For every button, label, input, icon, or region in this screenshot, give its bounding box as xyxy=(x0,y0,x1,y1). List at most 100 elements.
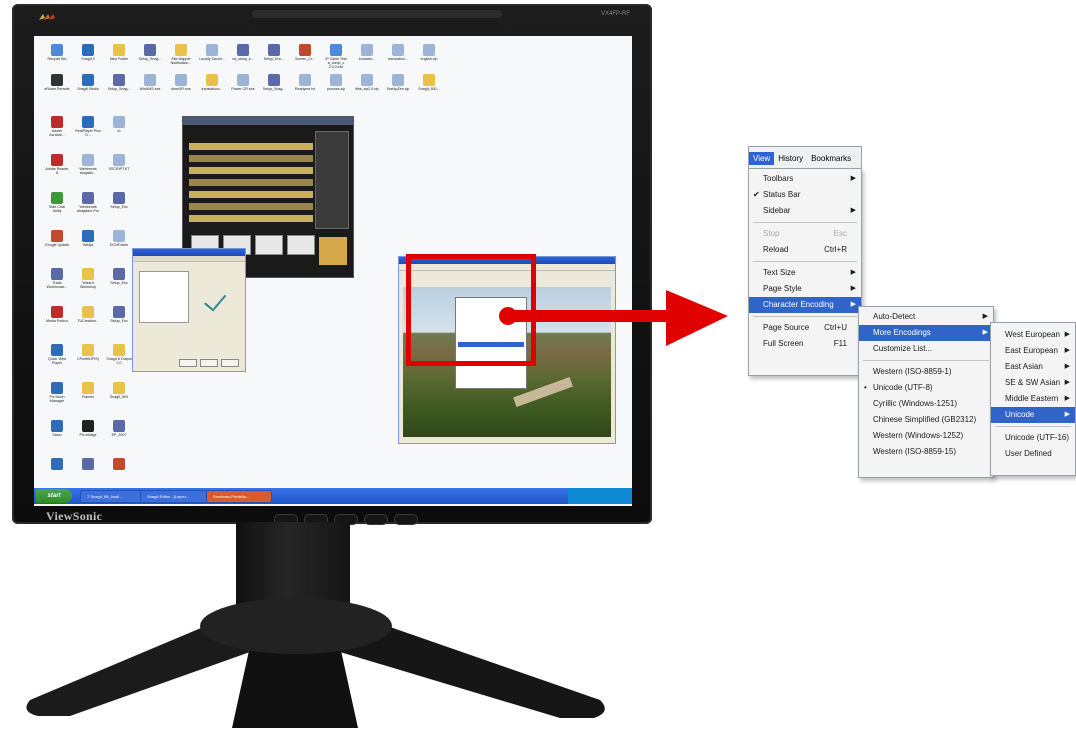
desktop-icon[interactable]: Quick View Player xyxy=(44,344,70,365)
menu-item[interactable]: Status Bar ✔ xyxy=(749,187,861,203)
desktop-icon[interactable]: SnagIt 8 Output 2.0 xyxy=(106,344,132,365)
menu-item[interactable]: More Encodings ▶ xyxy=(859,325,993,341)
desktop-icon[interactable]: TUCreation... xyxy=(75,306,101,323)
desktop-icon[interactable]: Salon xyxy=(44,420,70,437)
desktop-icon-label: Adobe Acrobat... xyxy=(49,129,65,137)
menu-item[interactable]: Reload Ctrl+R xyxy=(749,242,861,258)
menu-tab-history[interactable]: History xyxy=(774,152,807,165)
menu-item[interactable]: Toolbars ▶ xyxy=(749,171,861,187)
desktop-icon[interactable]: Screen_Cr... xyxy=(292,44,318,61)
desktop-icon[interactable]: RealPlayer Plus G... xyxy=(75,116,101,137)
menu-item[interactable]: Unicode ▶ xyxy=(991,407,1075,423)
menu-item[interactable]: Sidebar ▶ xyxy=(749,203,861,219)
menu-item[interactable]: Page Style ▶ xyxy=(749,281,861,297)
desktop-icon[interactable]: SnagIt Studio xyxy=(75,74,101,91)
desktop-icon[interactable]: Trade Workhouse... xyxy=(44,268,70,289)
desktop-icon[interactable]: Adobe Reader 8 xyxy=(44,154,70,175)
menu-item[interactable]: Character Encoding ▶ xyxy=(749,297,861,313)
file-icon xyxy=(423,74,435,86)
desktop-icon[interactable]: Power CR.exe xyxy=(230,74,256,91)
desktop-icon[interactable]: direcSR.exe xyxy=(168,74,194,91)
desktop-icon[interactable]: Setup_Enc xyxy=(106,268,132,285)
taskbar-item[interactable]: Seminars-Portfolio... xyxy=(206,490,272,503)
desktop-icon[interactable]: Adobe Acrobat... xyxy=(44,116,70,137)
apply-button[interactable] xyxy=(221,359,239,367)
desktop-icon[interactable]: Readyme.txt xyxy=(292,74,318,91)
menu-tab-bookmarks[interactable]: Bookmarks xyxy=(807,152,855,165)
taskbar-item[interactable]: 7 SnagIt_85_finali... xyxy=(80,490,142,503)
menu-item[interactable]: Unicode (UTF-16) xyxy=(991,430,1075,446)
ok-button[interactable] xyxy=(179,359,197,367)
desktop-icon[interactable]: translationv... xyxy=(199,74,225,91)
menu-item[interactable]: Full Screen F11 xyxy=(749,336,861,352)
menu-item[interactable]: Chinese Simplified (GB2312) xyxy=(859,412,993,428)
start-button[interactable]: start xyxy=(36,489,72,503)
desktop-icon[interactable]: CPorterDPIS) xyxy=(75,344,101,361)
taskbar-item[interactable]: SnagIt Editor - [Layou... xyxy=(140,490,208,503)
desktop-icon[interactable]: Recycle Bin xyxy=(44,44,70,61)
desktop-icon[interactable]: Webtrends ahajakin... xyxy=(75,154,101,175)
menu-item[interactable]: East European ▶ xyxy=(991,343,1075,359)
desktop-icon[interactable]: Start Click Utility xyxy=(44,192,70,213)
desktop-icon-label: WinAMS.exe xyxy=(139,87,161,91)
menu-item[interactable]: Middle Eastern ▶ xyxy=(991,391,1075,407)
desktop-icon[interactable]: TestApZen.zip xyxy=(385,74,411,91)
desktop-icon[interactable]: eRoam Remote xyxy=(44,74,70,91)
menu-item[interactable]: User Defined xyxy=(991,446,1075,462)
desktop-icon[interactable] xyxy=(44,458,70,471)
desktop-icon[interactable]: translation... xyxy=(385,44,411,61)
menu-item[interactable]: Unicode (UTF-8) • xyxy=(859,380,993,396)
desktop-icon[interactable]: Setup_Enc xyxy=(106,306,132,323)
desktop-icon[interactable]: Webtrends ahajakino Pro xyxy=(75,192,101,213)
menu-item[interactable]: SE & SW Asian ▶ xyxy=(991,375,1075,391)
desktop-icon[interactable]: WinAMS.exe xyxy=(137,74,163,91)
menu-item[interactable]: Western (ISO-8859-1) xyxy=(859,364,993,380)
desktop-icon[interactable]: SSCRIPT.KT xyxy=(106,154,132,171)
desktop-icon[interactable] xyxy=(106,458,132,471)
desktop-icon[interactable]: kunacks... xyxy=(354,44,380,61)
menu-item[interactable]: Auto-Detect ▶ xyxy=(859,309,993,325)
desktop-icon[interactable]: process.zip xyxy=(323,74,349,91)
submenu-arrow-icon: ▶ xyxy=(1064,347,1070,354)
menu-item[interactable]: Western (ISO-8859-15) xyxy=(859,444,993,460)
desktop-icon[interactable]: IP Cable Test a_comp_c 2.0.0.exe xyxy=(323,44,349,69)
menu-item[interactable]: Text Size ▶ xyxy=(749,265,861,281)
desktop-icon[interactable] xyxy=(75,458,101,471)
menu-item[interactable]: West European ▶ xyxy=(991,327,1075,343)
desktop-icon[interactable]: files_sw2.0.zip xyxy=(354,74,380,91)
menu-item[interactable]: Page Source Ctrl+U xyxy=(749,320,861,336)
cancel-button[interactable] xyxy=(200,359,218,367)
menu-item-label: Western (ISO-8859-15) xyxy=(873,447,956,456)
desktop-icon[interactable]: Setup_Snag... xyxy=(261,74,287,91)
desktop-icon[interactable]: Wedja xyxy=(75,230,101,247)
desktop-icon[interactable]: SnagIt_800 xyxy=(106,382,132,399)
desktop-icon[interactable]: Media Portico xyxy=(44,306,70,323)
desktop-icon[interactable]: v1 xyxy=(106,116,132,133)
menu-tab-view[interactable]: View xyxy=(749,151,775,165)
desktop-icon[interactable]: english.zip xyxy=(416,44,442,61)
desktop-icon[interactable]: Setup_Enc... xyxy=(261,44,287,61)
date-time-dialog[interactable] xyxy=(132,248,246,372)
menu-item[interactable]: Western (Windows-1252) xyxy=(859,428,993,444)
desktop-icon[interactable]: Setup_Snag... xyxy=(106,74,132,91)
desktop-icon[interactable]: Locally Saved... xyxy=(199,44,225,61)
desktop-icon[interactable]: SnagIt_800... xyxy=(416,74,442,91)
desktop-icon[interactable]: Site Mapper Notification... xyxy=(168,44,194,65)
desktop-icon[interactable]: DCNF.txtes xyxy=(106,230,132,247)
desktop-icon[interactable]: Google Update xyxy=(44,230,70,247)
desktop-icon[interactable]: New Folder xyxy=(106,44,132,61)
submenu-arrow-icon: ▶ xyxy=(850,207,856,214)
desktop-icon[interactable]: SnagIt 9 xyxy=(75,44,101,61)
menu-item[interactable]: Customize List... xyxy=(859,341,993,357)
desktop-icon-label: process.zip xyxy=(326,87,346,91)
desktop-icon[interactable]: Wizard Workshop xyxy=(75,268,101,289)
desktop-icon[interactable]: EP_2007 xyxy=(106,420,132,437)
desktop-icon[interactable]: Pix Moon Manager xyxy=(44,382,70,403)
desktop-icon[interactable]: Frames xyxy=(75,382,101,399)
desktop-icon[interactable]: Setup_Snag... xyxy=(137,44,163,61)
desktop-icon[interactable]: Pix eMage xyxy=(75,420,101,437)
menu-item[interactable]: Cyrillic (Windows-1251) xyxy=(859,396,993,412)
desktop-icon[interactable]: cd_setup_s... xyxy=(230,44,256,61)
menu-item[interactable]: East Asian ▶ xyxy=(991,359,1075,375)
desktop-icon[interactable]: Setup_Enc xyxy=(106,192,132,209)
